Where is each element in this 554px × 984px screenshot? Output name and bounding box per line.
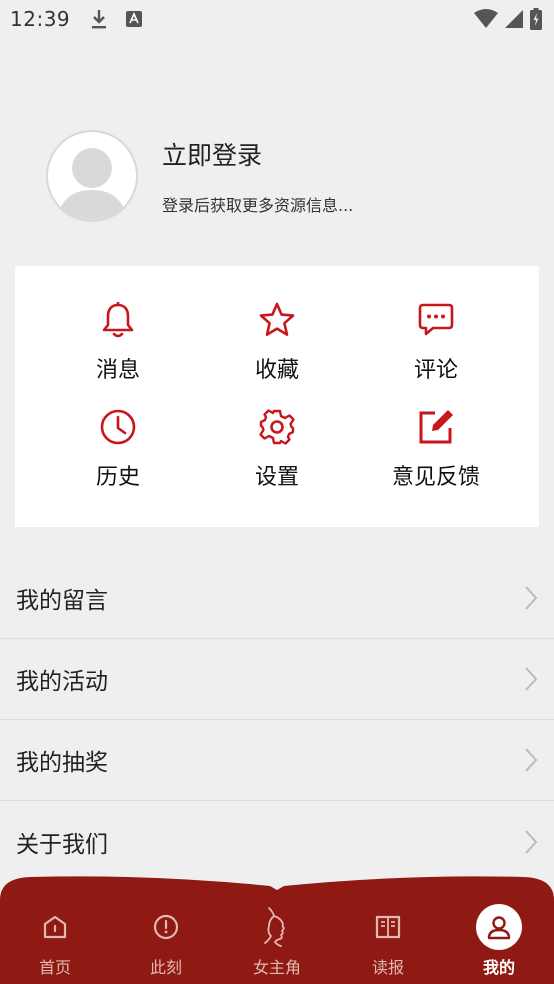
grid-label: 历史 [95,465,140,490]
menu-list: 我的留言 我的活动 我的抽奖 关于我们 [0,558,554,882]
bottom-nav: 首页 此刻 女主角 读报 我的 [0,876,554,984]
user-icon [487,916,511,940]
active-indicator [476,904,522,950]
nav-item-heroine[interactable]: 女主角 [222,904,332,980]
gear-icon [259,409,295,445]
nav-label: 读报 [371,958,404,977]
login-title[interactable]: 立即登录 [162,136,353,172]
nav-label: 我的 [482,958,515,977]
home-icon [43,915,67,939]
nav-item-read-paper[interactable]: 读报 [333,904,443,980]
grid-item-comments[interactable]: 评论 [366,300,506,400]
login-subtitle: 登录后获取更多资源信息... [162,196,354,215]
grid-item-history[interactable]: 历史 [48,407,188,507]
grid-item-feedback[interactable]: 意见反馈 [366,407,506,507]
text-a-icon [126,11,143,27]
clock-alert-icon [153,914,179,940]
profile-header[interactable]: 立即登录 登录后获取更多资源信息... [46,130,353,222]
list-item-my-activities[interactable]: 我的活动 [0,639,554,720]
list-item-my-lottery[interactable]: 我的抽奖 [0,720,554,801]
list-item-label: 我的活动 [16,669,108,695]
comment-icon [418,303,454,336]
chevron-right-icon [525,586,538,610]
grid-label: 消息 [95,358,140,383]
download-icon [92,10,107,29]
wifi-icon [474,9,498,28]
list-item-label: 关于我们 [16,831,108,858]
book-icon [375,915,401,939]
grid-item-favorites[interactable]: 收藏 [207,300,347,400]
avatar[interactable] [46,130,138,222]
nav-label: 此刻 [149,958,182,977]
feature-grid-card: 消息 收藏 评论 历史 设置 意见反馈 [15,266,539,527]
signal-icon [505,10,523,28]
list-item-label: 我的抽奖 [16,750,108,776]
default-avatar-icon [56,148,128,220]
status-bar: 12:39 [0,0,554,38]
nav-label: 首页 [38,958,71,977]
list-item-label: 我的留言 [16,588,108,614]
nav-label: 女主角 [252,958,301,977]
list-item-about-us[interactable]: 关于我们 [0,801,554,882]
chevron-right-icon [525,748,538,772]
bell-icon [102,302,134,338]
list-item-my-messages[interactable]: 我的留言 [0,558,554,639]
star-icon [259,302,295,336]
grid-item-messages[interactable]: 消息 [48,300,188,400]
edit-icon [419,410,453,444]
grid-label: 设置 [254,465,299,490]
clock-icon [100,409,136,445]
grid-label: 评论 [413,358,458,383]
chevron-right-icon [525,829,538,854]
grid-item-settings[interactable]: 设置 [207,407,347,507]
status-time: 12:39 [10,7,71,31]
nav-item-moment[interactable]: 此刻 [111,904,221,980]
grid-label: 收藏 [254,358,299,383]
grid-label: 意见反馈 [391,465,480,490]
nav-item-mine[interactable]: 我的 [444,904,554,980]
profile-silhouette-icon [264,907,285,947]
chevron-right-icon [525,667,538,691]
nav-item-home[interactable]: 首页 [0,904,110,980]
battery-icon [530,8,542,30]
